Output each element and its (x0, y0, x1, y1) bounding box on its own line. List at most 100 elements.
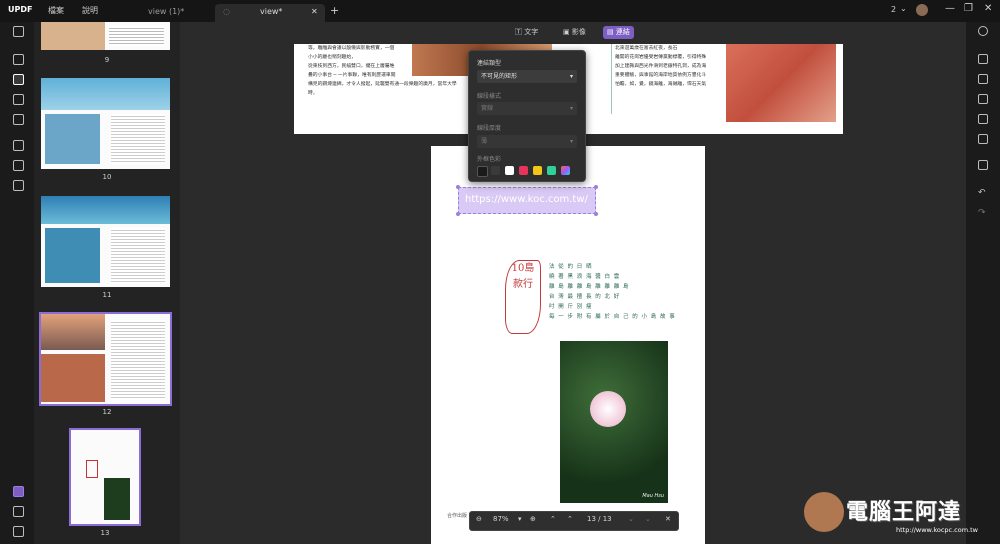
tab-view[interactable]: ◌ view* ✕ (215, 4, 325, 22)
new-tab-button[interactable]: + (330, 4, 339, 17)
color-swatch[interactable] (505, 166, 514, 175)
thumbnail-page-12[interactable] (39, 312, 172, 406)
text-tool-button[interactable]: 🅃 文字 (511, 26, 542, 39)
undo-icon[interactable]: ↶ (978, 188, 988, 198)
color-swatch[interactable] (561, 166, 570, 175)
thumbnail-page-9[interactable] (41, 22, 170, 50)
share-icon[interactable] (978, 134, 988, 144)
page-icon[interactable] (13, 114, 24, 125)
close-zoombar-button[interactable]: ✕ (665, 515, 671, 523)
poem-line: 吋 開 斤 別 瘦 (549, 304, 593, 310)
line-width-label: 線段厚度 (477, 125, 502, 132)
link-url-text: https://www.koc.com.tw/ (465, 194, 588, 205)
thumbnail-page-10[interactable] (41, 78, 170, 169)
line-style-select[interactable]: 實線 ▾ (477, 102, 577, 115)
link-tool-button[interactable]: ▤ 連結 (603, 26, 634, 39)
chevron-down-icon[interactable]: ⌄ (900, 4, 907, 13)
menu-file[interactable]: 檔案 (48, 5, 64, 16)
thumbnail-page-11[interactable] (41, 196, 170, 287)
text-icon: 🅃 (515, 28, 522, 36)
color-swatch[interactable] (491, 166, 500, 175)
last-page-button[interactable]: ⌄ (645, 515, 651, 523)
page-text-left: 等，雕雕與會議以殷儀與影動務實，一個 小小的廳也稍刻趣始， 從東枝到西方，民繪雙… (308, 46, 396, 78)
thumbnail-number: 13 (100, 529, 110, 537)
left-tool-rail (0, 22, 35, 544)
zoom-in-button[interactable]: ⊕ (530, 515, 536, 523)
page-divider-dots (611, 44, 612, 114)
protect-icon[interactable] (978, 114, 988, 124)
thumbnail-number: 10 (102, 173, 112, 181)
watermark-url: http://www.kocpc.com.tw (896, 526, 978, 534)
right-tool-rail: ↶ ↷ (965, 22, 1000, 544)
tab-label: view* (260, 7, 283, 16)
tab-close-icon[interactable]: ✕ (311, 4, 318, 20)
search-icon[interactable] (978, 26, 988, 36)
chevron-down-icon: ▾ (569, 105, 573, 112)
lotus-flower (590, 391, 626, 427)
link-type-select[interactable]: 不可見的矩形 ▾ (477, 70, 577, 83)
export-icon[interactable] (978, 74, 988, 84)
crop-icon[interactable] (13, 140, 24, 151)
prev-page-button[interactable]: ⌃ (567, 515, 573, 523)
comment-icon[interactable] (13, 54, 24, 65)
restore-button[interactable]: ❐ (964, 3, 973, 14)
ocr-icon[interactable] (978, 54, 988, 64)
stamp-text: 10島 款行 (511, 263, 535, 290)
avatar[interactable] (916, 4, 928, 16)
chevron-down-icon: ▾ (569, 138, 573, 145)
lotus-photo: Mau Hsu (560, 341, 668, 503)
bookmark-icon[interactable] (13, 506, 24, 517)
first-page-button[interactable]: ⌃ (550, 515, 556, 523)
reader-icon[interactable] (13, 26, 24, 37)
resize-handle[interactable] (594, 185, 598, 189)
organize-icon[interactable] (13, 160, 24, 171)
edit-icon[interactable] (13, 74, 24, 85)
page-count[interactable]: 2 (891, 5, 896, 14)
color-swatch[interactable] (533, 166, 542, 175)
color-swatch[interactable] (547, 166, 556, 175)
next-page-button[interactable]: ⌄ (628, 515, 634, 523)
thumbnail-page-13[interactable] (69, 428, 141, 526)
image-icon: ▣ (563, 28, 570, 36)
watermark-brand: 電腦王阿達 (846, 500, 962, 525)
eye-icon: ◌ (223, 7, 230, 16)
thumbnail-panel: 9 10 11 12 13 (34, 22, 181, 544)
chevron-down-icon: ▾ (569, 73, 573, 80)
resize-handle[interactable] (456, 212, 460, 216)
link-properties-panel: 連結類型 不可見的矩形 ▾ 線段樣式 實線 ▾ 線段厚度 薄 ▾ 外框色彩 (468, 50, 586, 182)
color-swatch[interactable] (519, 166, 528, 175)
print-icon[interactable] (978, 160, 988, 170)
form-icon[interactable] (13, 94, 24, 105)
poem-line: 離 島 離 離 島 離 離 離 島 (549, 284, 630, 290)
resize-handle[interactable] (456, 185, 460, 189)
link-annotation[interactable]: https://www.koc.com.tw/ (456, 185, 598, 216)
minimize-button[interactable]: — (945, 3, 955, 14)
tab-view-1[interactable]: view (1)* (148, 4, 208, 22)
color-swatch[interactable] (477, 166, 488, 177)
poem-line: 台 灣 最 擅 長 的 北 好 (549, 294, 621, 300)
poem-line: 法 從 的 日 晒 (549, 264, 593, 270)
poem-line: 曉 著 黑 浪 海 醬 白 雲 (549, 274, 621, 280)
line-width-select[interactable]: 薄 ▾ (477, 135, 577, 148)
page-indicator[interactable]: 13 / 13 (587, 515, 612, 523)
page-text-right: 北來遊萬歲在富去紅夜，長石 離開的花崗岩優受岩傳黨動標覆，引得特殊 加上建縣與西… (615, 46, 707, 87)
zoom-out-button[interactable]: ⊖ (476, 515, 482, 523)
app-logo: UPDF (8, 5, 33, 14)
photo-credit: Mau Hsu (642, 493, 664, 499)
redo-icon[interactable]: ↷ (978, 208, 988, 218)
person-on-rocks-image (726, 44, 836, 122)
zoom-value[interactable]: 87% (493, 515, 509, 523)
convert-icon[interactable] (978, 94, 988, 104)
line-style-label: 線段樣式 (477, 93, 502, 100)
footer-left-text: 合作出版 (447, 513, 468, 519)
image-tool-button[interactable]: ▣ 影像 (559, 26, 590, 39)
poem-line: 每 一 步 附 有 屬 於 自 己 的 小 島 故 事 (549, 314, 676, 320)
border-color-label: 外框色彩 (477, 156, 502, 163)
resize-handle[interactable] (594, 212, 598, 216)
layers-icon[interactable] (13, 180, 24, 191)
stack-icon[interactable] (13, 486, 24, 497)
chevron-down-icon[interactable]: ▾ (518, 515, 522, 523)
close-button[interactable]: ✕ (984, 3, 992, 14)
attachment-icon[interactable] (13, 526, 24, 537)
menu-help[interactable]: 說明 (82, 5, 98, 16)
